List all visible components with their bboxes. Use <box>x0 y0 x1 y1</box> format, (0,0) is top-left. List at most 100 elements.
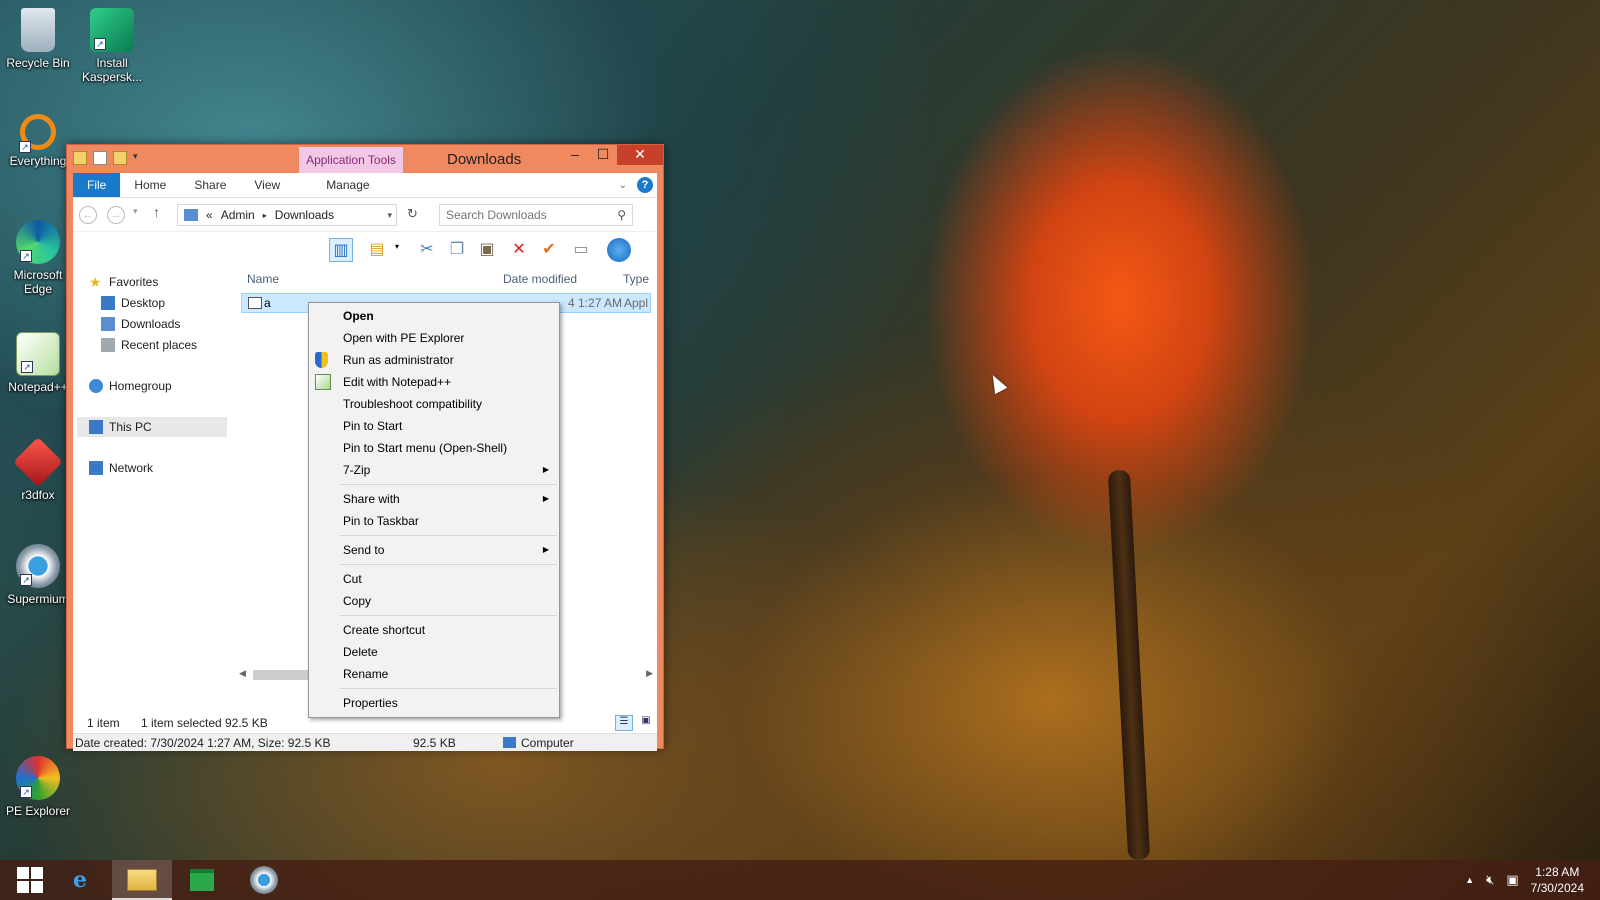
menu-separator <box>339 688 557 689</box>
help-icon[interactable]: ? <box>637 177 653 193</box>
desktop-icon-label: Supermium <box>7 592 69 606</box>
properties-icon[interactable] <box>93 151 107 165</box>
network-icon <box>89 461 103 475</box>
desktop-icon-r3dfox[interactable]: r3dfox <box>0 437 76 502</box>
nav-item-recent-places[interactable]: Recent places <box>101 338 197 352</box>
chevron-down-icon[interactable]: ▾ <box>387 210 392 221</box>
column-header-name[interactable]: Name <box>247 267 279 291</box>
nav-item-desktop[interactable]: Desktop <box>101 296 165 310</box>
nav-item-this-pc[interactable]: This PC <box>77 417 227 437</box>
back-button[interactable]: ← <box>79 206 97 224</box>
breadcrumb-downloads[interactable]: Downloads <box>275 208 334 222</box>
chevron-down-icon[interactable]: ▾ <box>133 151 141 165</box>
clock-time: 1:28 AM <box>1535 865 1580 879</box>
details-view-icon[interactable]: ☰ <box>615 715 633 731</box>
breadcrumb-admin[interactable]: Admin <box>221 208 255 222</box>
breadcrumb-overflow[interactable]: « <box>206 208 213 222</box>
menu-item-label: Delete <box>343 645 378 659</box>
menu-item-create-shortcut[interactable]: Create shortcut <box>309 619 559 641</box>
copy-icon[interactable]: ❐ <box>445 238 469 262</box>
computer-icon <box>89 420 103 434</box>
menu-item-run-as-administrator[interactable]: Run as administrator <box>309 349 559 371</box>
desktop-icon-everything[interactable]: ↗ Everything <box>0 114 76 168</box>
show-hidden-icons-icon[interactable]: ▲ <box>1465 875 1474 885</box>
desktop-icon-supermium[interactable]: ↗ Supermium <box>0 544 76 606</box>
menu-item-send-to[interactable]: Send to ▶ <box>309 539 559 561</box>
menu-item-properties[interactable]: Properties <box>309 692 559 714</box>
recent-locations-icon[interactable]: ▾ <box>133 206 138 217</box>
refresh-icon[interactable]: ↻ <box>407 206 418 222</box>
ribbon-tabs: File Home Share View Manage ⌄ ? <box>73 173 657 197</box>
search-icon[interactable]: ⚲ <box>617 208 626 222</box>
nav-item-homegroup[interactable]: Homegroup <box>89 379 172 393</box>
menu-item-pin-to-start[interactable]: Pin to Start <box>309 415 559 437</box>
nav-label: Homegroup <box>109 379 172 393</box>
nav-item-favorites[interactable]: ★ Favorites <box>89 275 158 289</box>
chevron-down-icon[interactable]: ▾ <box>395 242 399 251</box>
menu-item-pin-to-start-menu-open-shell[interactable]: Pin to Start menu (Open-Shell) <box>309 437 559 459</box>
menu-item-rename[interactable]: Rename <box>309 663 559 685</box>
tab-share[interactable]: Share <box>180 173 240 197</box>
taskbar: e ▲ 🔇︎ ▣ 1:28 AM 7/30/2024 <box>0 860 1600 900</box>
desktop-icon-notepadpp[interactable]: ↗ Notepad++ <box>0 332 76 394</box>
file-explorer-icon[interactable] <box>112 860 172 900</box>
maximize-button[interactable]: ☐ <box>589 145 617 165</box>
new-folder-icon[interactable] <box>113 151 127 165</box>
tab-view[interactable]: View <box>240 173 294 197</box>
menu-item-edit-with-notepadpp[interactable]: Edit with Notepad++ <box>309 371 559 393</box>
menu-item-open-with-pe-explorer[interactable]: Open with PE Explorer <box>309 327 559 349</box>
desktop-icon-pe-explorer[interactable]: ↗ PE Explorer <box>0 756 76 818</box>
nav-item-network[interactable]: Network <box>89 461 153 475</box>
delete-icon[interactable]: ✕ <box>507 238 531 262</box>
menu-item-troubleshoot-compatibility[interactable]: Troubleshoot compatibility <box>309 393 559 415</box>
menu-item-copy[interactable]: Copy <box>309 590 559 612</box>
ribbon-controls: ⌄ ? <box>619 177 653 193</box>
desktop-icon-recycle-bin[interactable]: Recycle Bin <box>0 8 76 70</box>
close-button[interactable]: ✕ <box>617 145 663 165</box>
volume-muted-icon[interactable]: 🔇︎ <box>1486 872 1494 888</box>
cut-icon[interactable]: ✂ <box>415 238 439 262</box>
application-file-icon <box>248 297 262 309</box>
search-input[interactable] <box>446 208 606 222</box>
desktop-icon-edge[interactable]: ↗ Microsoft Edge <box>0 220 76 296</box>
scroll-left-icon[interactable]: ◀ <box>239 668 246 679</box>
menu-item-open[interactable]: Open <box>309 305 559 327</box>
address-bar[interactable]: « Admin ▸ Downloads ▾ <box>177 204 397 226</box>
column-header-type[interactable]: Type <box>623 267 649 291</box>
clock[interactable]: 1:28 AM 7/30/2024 <box>1531 864 1584 896</box>
checkmark-icon[interactable]: ✔ <box>537 238 561 262</box>
network-status-icon[interactable]: ▣ <box>1506 872 1518 888</box>
globe-icon[interactable] <box>607 238 631 262</box>
large-icons-view-icon[interactable]: ▣ <box>637 715 655 731</box>
up-arrow-icon[interactable]: ↑ <box>153 204 160 220</box>
search-box[interactable]: ⚲ <box>439 204 633 226</box>
menu-item-pin-to-taskbar[interactable]: Pin to Taskbar <box>309 510 559 532</box>
preview-pane-icon[interactable]: ▥ <box>329 238 353 262</box>
tab-file[interactable]: File <box>73 173 121 197</box>
menu-item-share-with[interactable]: Share with ▶ <box>309 488 559 510</box>
tab-manage[interactable]: Manage <box>312 173 383 197</box>
column-header-date-modified[interactable]: Date modified <box>503 267 577 291</box>
minimize-button[interactable]: – <box>561 145 589 165</box>
supermium-taskbar-icon[interactable] <box>234 860 294 900</box>
desktop-icon-kaspersky[interactable]: ↗ Install Kaspersk... <box>74 8 150 84</box>
menu-item-label: Pin to Taskbar <box>343 514 419 528</box>
properties-icon[interactable]: ▤ <box>365 238 389 262</box>
nav-item-downloads[interactable]: Downloads <box>101 317 180 331</box>
expand-ribbon-icon[interactable]: ⌄ <box>619 180 627 191</box>
title-bar[interactable]: ▾ Application Tools Downloads – ☐ ✕ <box>67 145 663 173</box>
scroll-right-icon[interactable]: ▶ <box>646 668 653 679</box>
internet-explorer-icon[interactable]: e <box>50 860 110 900</box>
menu-item-delete[interactable]: Delete <box>309 641 559 663</box>
menu-item-7zip[interactable]: 7-Zip ▶ <box>309 459 559 481</box>
menu-item-cut[interactable]: Cut <box>309 568 559 590</box>
store-icon[interactable] <box>172 860 232 900</box>
folder-icon[interactable] <box>73 151 87 165</box>
status-selected: 1 item selected <box>141 716 222 730</box>
rename-icon[interactable]: ▭ <box>569 238 593 262</box>
forward-button[interactable]: → <box>107 206 125 224</box>
custom-toolbar: ▥ ▤ ▾ ✂ ❐ ▣ ✕ ✔ ▭ <box>73 231 657 267</box>
paste-icon[interactable]: ▣ <box>475 238 499 262</box>
tab-home[interactable]: Home <box>120 173 180 197</box>
menu-item-label: Edit with Notepad++ <box>343 375 452 389</box>
